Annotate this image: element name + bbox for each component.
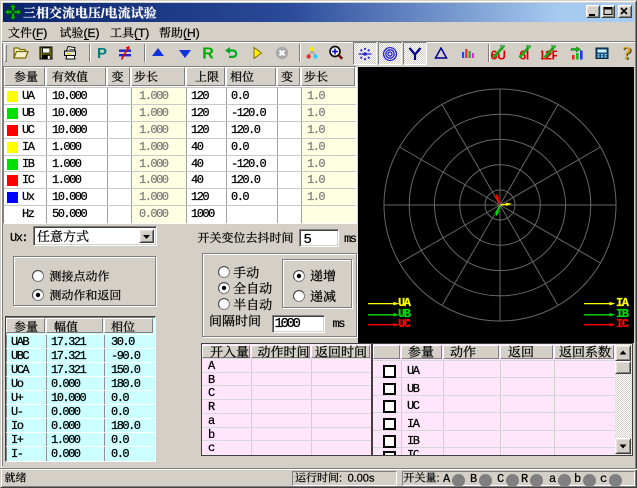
svg-text:12P: 12P	[541, 49, 557, 62]
svg-text:?: ?	[622, 45, 632, 61]
svg-text:P: P	[97, 45, 107, 61]
svg-text:R: R	[202, 46, 214, 62]
